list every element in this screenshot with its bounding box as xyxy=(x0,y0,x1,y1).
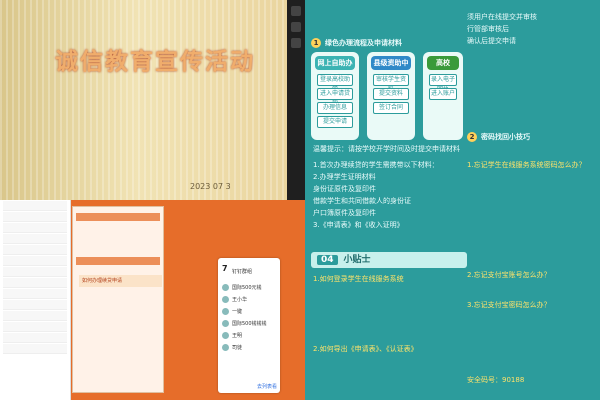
flow-item: 提交资料 xyxy=(373,88,409,100)
contact-name: 王小华 xyxy=(232,297,248,303)
presentation-slide-window: 诚信教育宣传活动 2023 07 3 xyxy=(0,0,305,200)
right-text: 行管部审核后 xyxy=(467,25,509,33)
flow-box-online: 网上自助办理 登录高校助学 进入申请贷款 办理信息 提交申请 xyxy=(311,52,359,140)
tip-question: 2.如何导出《申请表》、《认证表》 xyxy=(313,345,418,353)
contacts-card[interactable]: 7 钉钉群组 国际500元钱 王小华 一键 国际500钱钱钱 王明 司徒 去列表… xyxy=(218,258,280,393)
middle-document-panel: 如何办理续贷申请 xyxy=(72,206,164,393)
flow-item: 审核学生资料 xyxy=(373,74,409,93)
orange-app-window: 如何办理续贷申请 7 钉钉群组 国际500元钱 王小华 一键 国际500钱钱钱 … xyxy=(0,200,305,400)
flow-item: 提交申请 xyxy=(317,116,353,128)
right-text: 须用户在线提交并审核 xyxy=(467,13,537,21)
flow-item: 进入账户 xyxy=(429,88,457,100)
left-table-panel xyxy=(0,200,71,400)
materials-line: 借款学生和共同借款人的身份证 xyxy=(313,197,411,205)
materials-line: 身份证原件及复印件 xyxy=(313,185,376,193)
slide-date: 2023 07 3 xyxy=(190,182,231,191)
flow-item: 办理信息 xyxy=(317,102,353,114)
card-title: 钉钉群组 xyxy=(232,269,253,275)
flow-item: 签订合同 xyxy=(373,102,409,114)
right-text: 确认后提交申请 xyxy=(467,37,516,45)
flow-box-header: 高校 xyxy=(427,56,459,70)
materials-line: 户口簿原件及复印件 xyxy=(313,209,376,217)
card-number: 7 xyxy=(222,264,228,273)
contact-name: 司徒 xyxy=(232,345,243,351)
tool-icon[interactable] xyxy=(291,22,301,32)
card-open-button[interactable]: 去列表看 xyxy=(257,383,277,390)
right-question: 3.忘记支付宝密码怎么办？ xyxy=(467,301,551,309)
materials-line: 3.《申请表》和《收入证明》 xyxy=(313,221,404,229)
contact-name: 国际500元钱 xyxy=(232,285,262,291)
section-2-heading: 2 密码找回小技巧 xyxy=(467,132,530,142)
tool-icon[interactable] xyxy=(291,6,301,16)
contact-name: 一键 xyxy=(232,309,243,315)
flow-box-header: 县级资助中心 xyxy=(371,56,411,81)
tool-icon[interactable] xyxy=(291,38,301,48)
materials-line: 2.办理学生证明材料 xyxy=(313,173,376,181)
flow-item: 进入申请贷款 xyxy=(317,88,353,107)
right-question: 1.忘记学生在线服务系统密码怎么办？ xyxy=(467,161,586,169)
note-text: 温馨提示：请按学校开学时间及时提交申请材料 xyxy=(313,145,460,153)
section-1-heading: 1 绿色办理流程及申请材料 xyxy=(311,38,402,48)
flow-item: 登录高校助学 xyxy=(317,74,353,93)
flow-box-county: 县级资助中心 审核学生资料 提交资料 签订合同 xyxy=(367,52,415,140)
teal-document-window: 1绿色办理流程及申请材料 网上自助办理 登录高校助学 进入申请贷款 办理信息 提… xyxy=(305,0,600,400)
right-question: 2.忘记支付宝账号怎么办？ xyxy=(467,271,551,279)
materials-line: 1.首次办理续贷的学生需携带以下材料： xyxy=(313,161,439,169)
tips-heading: 04 小贴士 xyxy=(311,252,467,268)
contact-name: 国际500钱钱钱 xyxy=(232,321,267,327)
contact-name: 王明 xyxy=(232,333,243,339)
flow-item: 录入电子回执 xyxy=(429,74,457,93)
flow-box-header: 网上自助办理 xyxy=(315,56,355,81)
yellow-note: 安全码号：90188 xyxy=(467,376,525,384)
middle-tip: 如何办理续贷申请 xyxy=(79,275,162,287)
flow-box-school: 高校 录入电子回执 进入账户 xyxy=(423,52,463,140)
tip-question: 1.如何登录学生在线服务系统 xyxy=(313,275,404,283)
slide-title: 诚信教育宣传活动 xyxy=(55,48,255,75)
slide-toolbar xyxy=(287,0,305,200)
